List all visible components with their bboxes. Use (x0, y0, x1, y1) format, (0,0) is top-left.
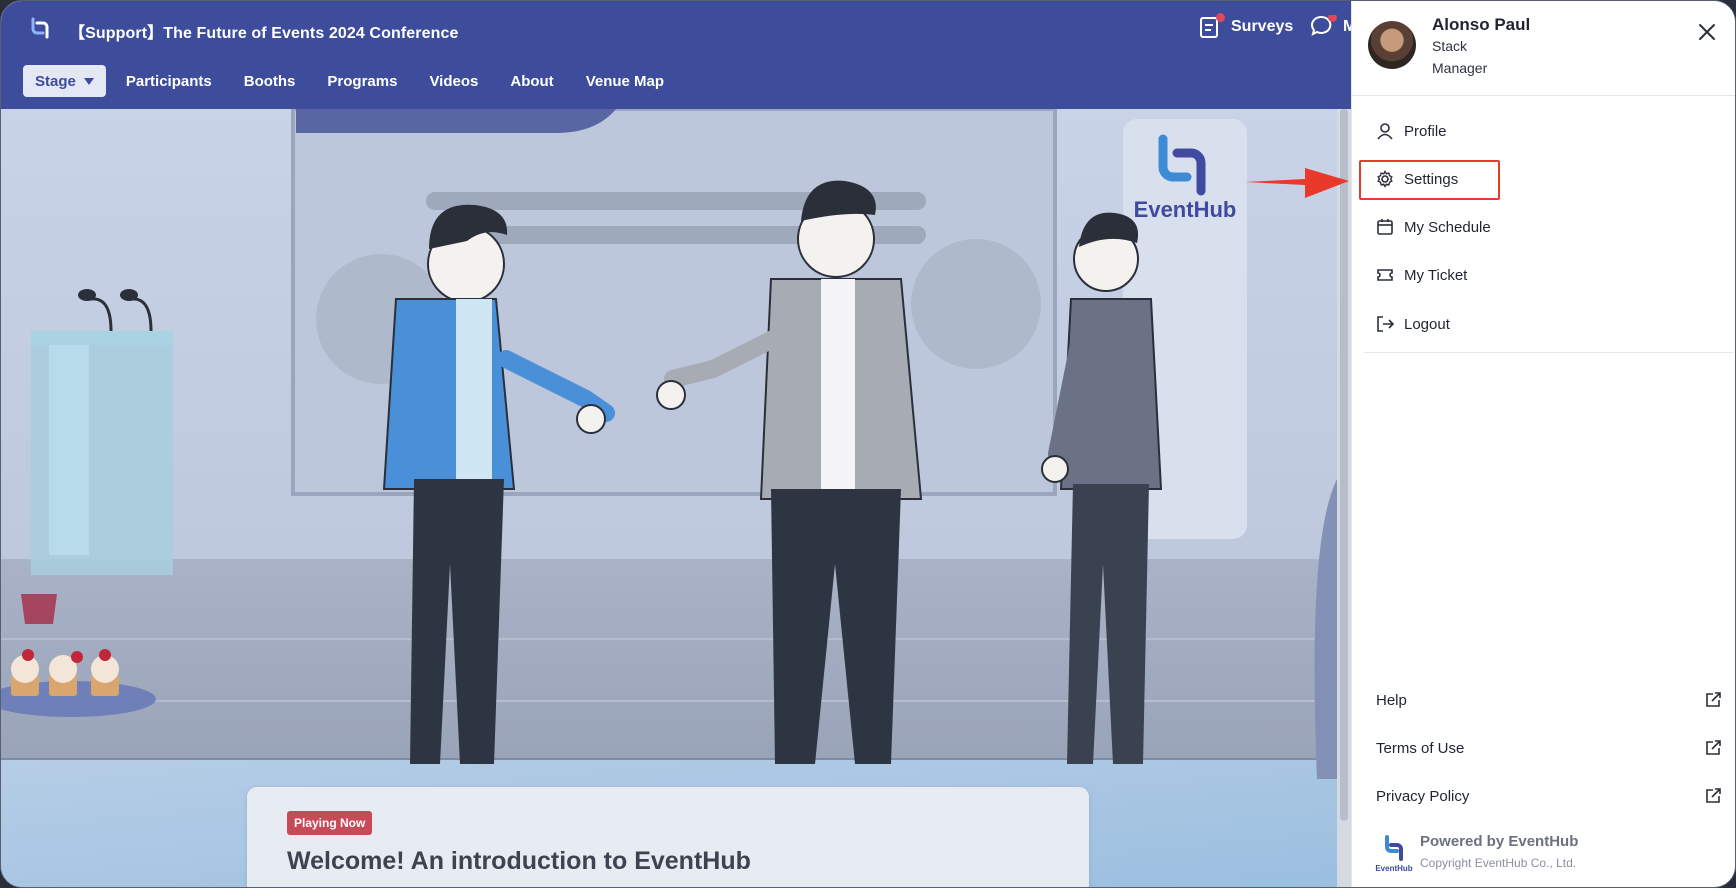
notification-dot (1216, 13, 1225, 22)
main-nav: Stage Participants Booths Programs Video… (23, 65, 696, 97)
nav-participants[interactable]: Participants (126, 73, 212, 90)
powered-by-text: Powered by EventHub (1420, 833, 1579, 850)
footer-logo-text: EventHub (1375, 864, 1412, 873)
stage-illustration: EventHub (1, 109, 1337, 887)
session-title: Welcome! An introduction to EventHub (287, 847, 751, 875)
user-name: Alonso Paul (1432, 15, 1531, 34)
privacy-label: Privacy Policy (1376, 787, 1470, 805)
calendar-icon (1377, 219, 1393, 235)
surveys-label: Surveys (1231, 18, 1294, 35)
nav-stage-dropdown[interactable]: Stage (23, 65, 106, 97)
logout-icon (1377, 316, 1394, 332)
nav-programs[interactable]: Programs (327, 73, 397, 90)
stage-area: EventHub Playing Now Welcome! An introdu… (1, 109, 1337, 887)
copyright-text: Copyright EventHub Co., Ltd. (1420, 856, 1577, 870)
session-card[interactable]: Playing Now Welcome! An introduction to … (247, 787, 1089, 887)
avatar (1368, 21, 1416, 69)
terms-of-use-link[interactable]: Terms of Use (1376, 739, 1722, 757)
menu-item-my-schedule[interactable]: My Schedule (1376, 215, 1491, 239)
menu-item-logout-label: Logout (1404, 315, 1450, 333)
eventhub-logo-icon[interactable] (29, 17, 51, 39)
user-menu-panel: Alonso Paul Stack Manager Profile Settin… (1351, 1, 1735, 887)
nav-booths[interactable]: Booths (244, 73, 296, 90)
divider (1352, 95, 1735, 96)
external-link-icon (1706, 788, 1721, 803)
user-company: Stack (1432, 38, 1468, 54)
scrollbar-thumb[interactable] (1340, 109, 1348, 821)
menu-item-logout[interactable]: Logout (1376, 312, 1450, 336)
nav-venue-map[interactable]: Venue Map (586, 73, 664, 90)
booth-brand-text: EventHub (1134, 197, 1237, 222)
surveys-icon (1199, 13, 1225, 39)
menu-item-profile-label: Profile (1404, 122, 1447, 140)
caret-down-icon (83, 77, 94, 85)
privacy-policy-link[interactable]: Privacy Policy (1376, 787, 1722, 805)
external-link-icon (1706, 740, 1721, 755)
nav-stage-label: Stage (35, 72, 76, 90)
person-icon (1377, 123, 1393, 140)
red-arrow-annotation (1245, 168, 1349, 198)
nav-videos[interactable]: Videos (429, 73, 478, 90)
settings-highlight-box (1359, 160, 1500, 200)
playing-now-badge: Playing Now (287, 811, 373, 835)
ticket-icon (1377, 269, 1393, 281)
event-title: 【Support】The Future of Events 2024 Confe… (69, 25, 459, 42)
menu-item-my-ticket[interactable]: My Ticket (1376, 263, 1467, 287)
help-link[interactable]: Help (1376, 691, 1722, 709)
eventhub-logo-icon: EventHub (1375, 835, 1413, 873)
app-window: 【Support】The Future of Events 2024 Confe… (0, 0, 1736, 888)
surveys-button[interactable]: Surveys (1199, 13, 1294, 39)
messages-label: M (1343, 18, 1351, 36)
chat-icon (1311, 15, 1337, 39)
divider (1364, 352, 1734, 353)
powered-by: EventHub Powered by EventHub Copyright E… (1374, 833, 1578, 873)
terms-label: Terms of Use (1376, 739, 1465, 757)
user-role: Manager (1432, 60, 1488, 76)
external-link-icon (1706, 692, 1721, 707)
menu-item-my-schedule-label: My Schedule (1404, 218, 1491, 236)
top-header: 【Support】The Future of Events 2024 Confe… (1, 1, 1351, 109)
notification-dot (1328, 15, 1337, 22)
messages-button[interactable]: M (1311, 15, 1351, 39)
menu-item-profile[interactable]: Profile (1376, 119, 1447, 143)
nav-about[interactable]: About (510, 73, 553, 90)
menu-item-my-ticket-label: My Ticket (1404, 266, 1468, 284)
help-label: Help (1376, 691, 1407, 709)
close-icon[interactable] (1696, 21, 1718, 43)
